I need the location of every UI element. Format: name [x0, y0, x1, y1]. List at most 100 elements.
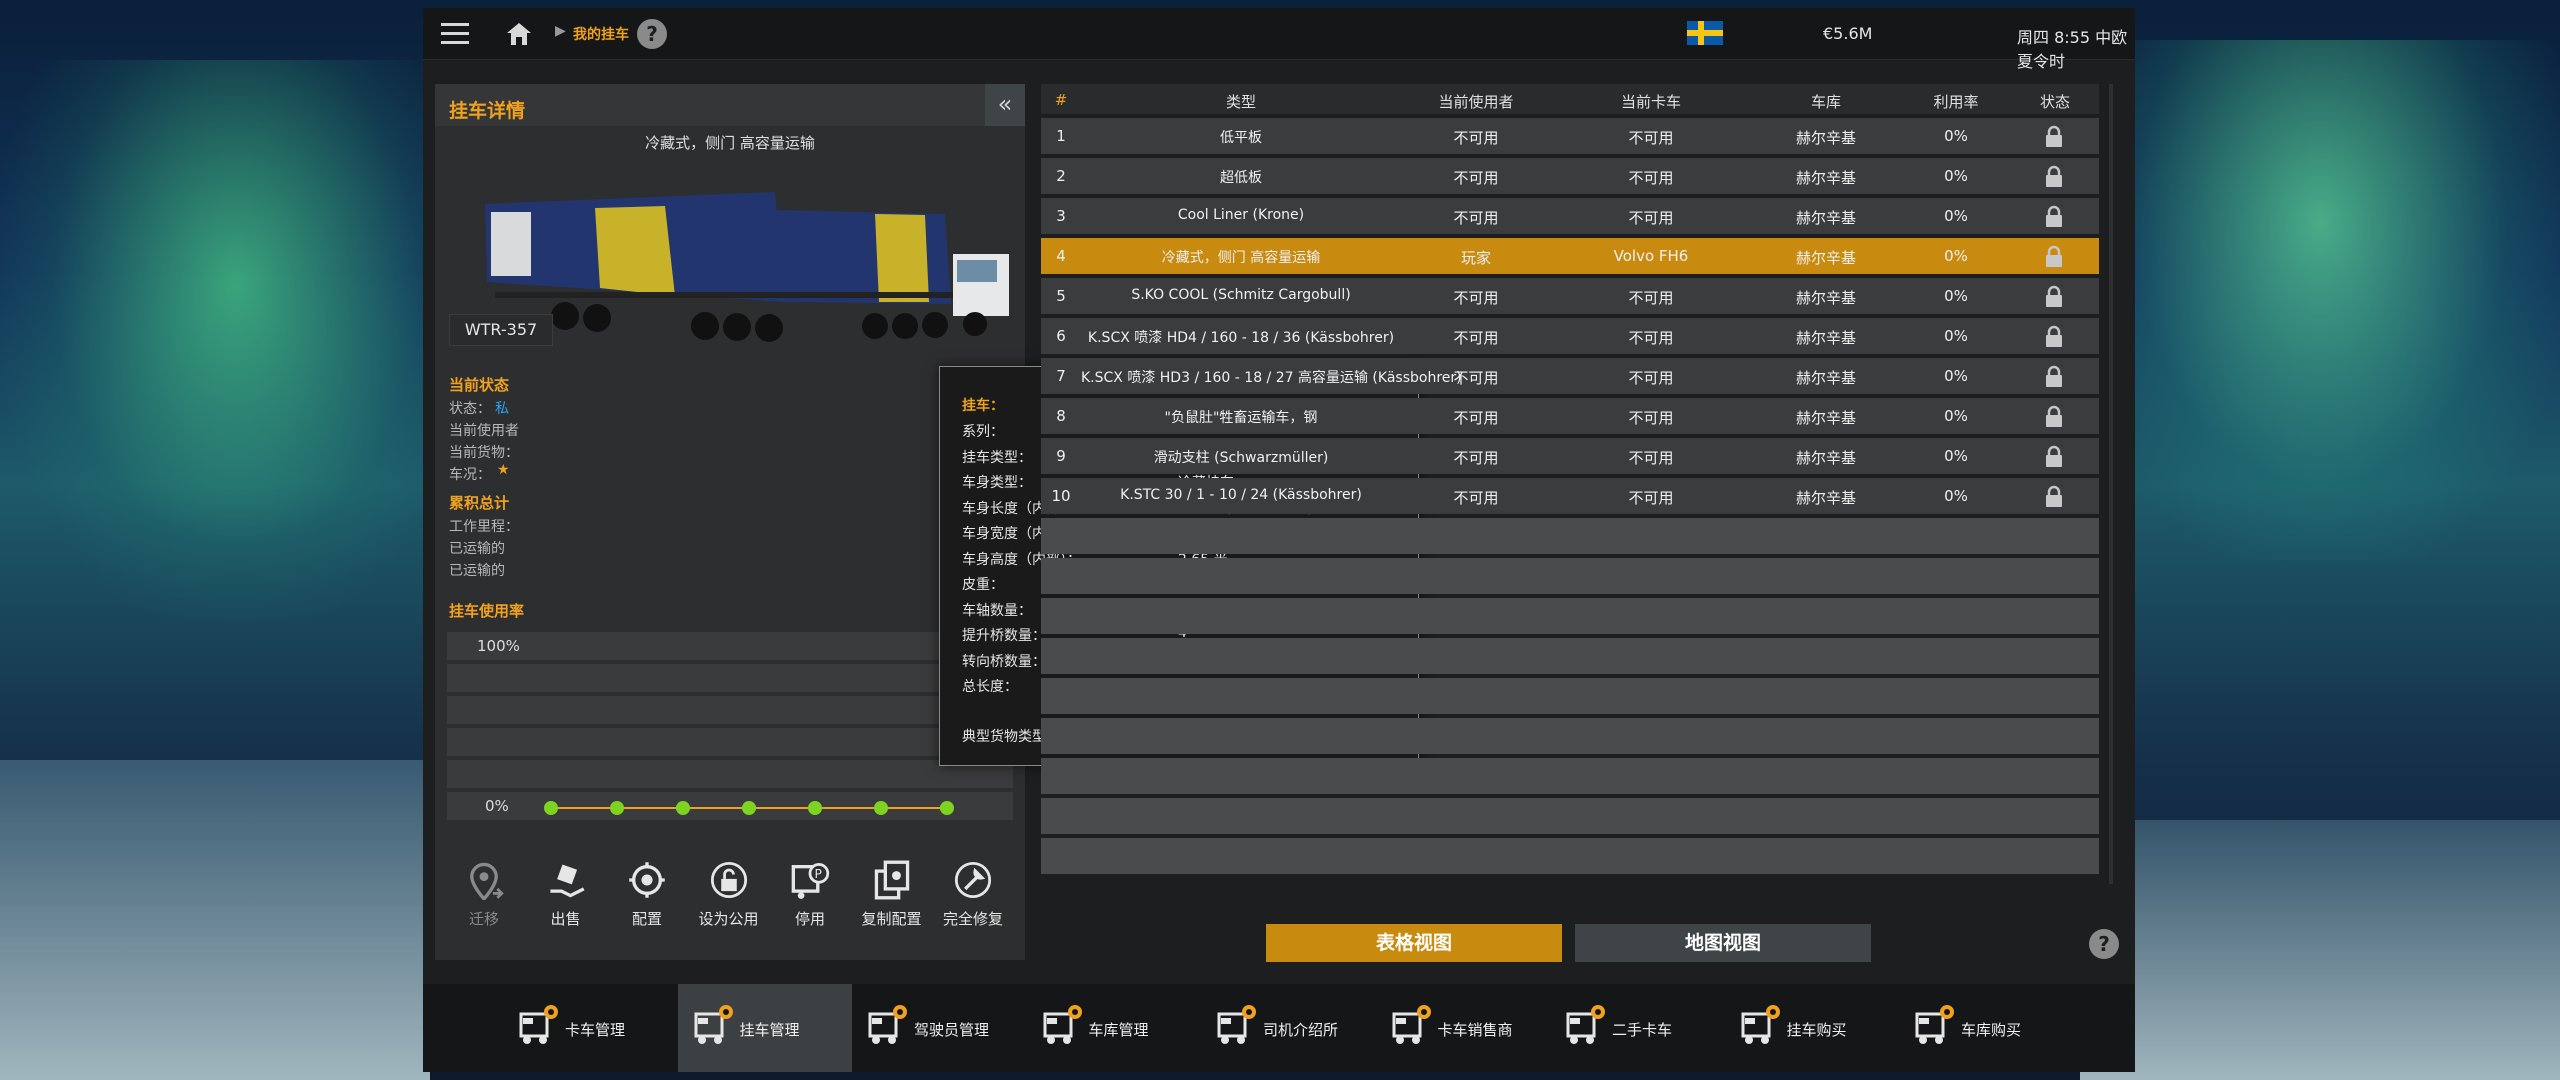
location-pin-button[interactable]: 迁移 [447, 850, 521, 950]
nav-trailer-buy[interactable]: 挂车购买 [1725, 984, 1899, 1072]
empty-table-row [1041, 558, 2099, 594]
column-header-utilization[interactable]: 利用率 [1901, 91, 2011, 112]
help-icon[interactable]: ? [2089, 929, 2119, 959]
cell-current-user: 不可用 [1453, 449, 1499, 467]
usage-point [676, 801, 690, 815]
game-clock: 周四 8:55 中欧夏令时 [2017, 28, 2128, 71]
cell-garage: 赫尔辛基 [1795, 169, 1856, 187]
bottom-navigation: 卡车管理 挂车管理 驾驶员管理 车库管理 司机介绍所 卡车销售商 二手卡车 挂车购买 车库购买 [423, 984, 2135, 1072]
cell-number: 10 [1051, 487, 1071, 505]
nav-truck-dealer[interactable]: 卡车销售商 [1376, 984, 1550, 1072]
cell-utilization: 0% [1944, 447, 1968, 465]
cell-current-truck: 不可用 [1628, 169, 1674, 187]
totals-heading: 累积总计 [449, 494, 510, 512]
table-row[interactable]: 7 K.SCX 喷漆 HD3 / 160 - 18 / 27 高容量运输 (Käs… [1041, 358, 2099, 394]
collapse-panel-button[interactable]: « [985, 84, 1025, 126]
driver-agency-icon [1217, 1005, 1256, 1044]
home-icon[interactable] [503, 18, 535, 50]
copy-config-button[interactable]: 复制配置 [855, 850, 929, 950]
cell-type: 冷藏式，侧门 高容量运输 [1161, 250, 1321, 266]
table-row[interactable]: 3 Cool Liner (Krone) 不可用 不可用 赫尔辛基 0% [1041, 198, 2099, 234]
repair-wrench-icon [954, 861, 992, 899]
empty-table-row [1041, 718, 2099, 754]
cell-current-user: 不可用 [1453, 169, 1499, 187]
nav-driver-agency[interactable]: 司机介绍所 [1201, 984, 1375, 1072]
trailer-name: 冷藏式，侧门 高容量运输 [645, 134, 815, 152]
table-row[interactable]: 4 冷藏式，侧门 高容量运输 玩家 Volvo FH6 赫尔辛基 0% [1041, 238, 2099, 274]
nav-garage-buy[interactable]: 车库购买 [1899, 984, 2073, 1072]
cell-current-user: 不可用 [1453, 209, 1499, 227]
cell-number: 8 [1056, 407, 1066, 425]
sweden-flag-icon [1687, 21, 1723, 45]
cell-type: "负鼠肚"牲畜运输车，钢 [1164, 410, 1318, 426]
nav-truck-manage[interactable]: 卡车管理 [503, 984, 677, 1072]
usage-point [874, 801, 888, 815]
trailer-details-header: 挂车详情 « [435, 84, 1025, 126]
truck-dealer-icon [1392, 1005, 1431, 1044]
spec-label: 转向桥数量： [962, 653, 1046, 670]
unlock-public-button[interactable]: 设为公用 [692, 850, 766, 950]
copy-config-icon [874, 860, 909, 900]
table-row[interactable]: 9 滑动支柱 (Schwarzmüller) 不可用 不可用 赫尔辛基 0% [1041, 438, 2099, 474]
nav-label: 二手卡车 [1612, 1021, 1673, 1039]
column-header-type[interactable]: 类型 [1081, 91, 1401, 112]
cell-garage: 赫尔辛基 [1795, 489, 1856, 507]
spec-label: 车身类型： [962, 475, 1032, 491]
cell-type: S.KO COOL (Schmitz Cargobull) [1131, 287, 1351, 303]
cell-garage: 赫尔辛基 [1795, 409, 1856, 427]
table-row[interactable]: 6 K.SCX 喷漆 HD4 / 160 - 18 / 36 (Kässbohre… [1041, 318, 2099, 354]
table-row[interactable]: 1 低平板 不可用 不可用 赫尔辛基 0% [1041, 118, 2099, 154]
table-row[interactable]: 2 超低板 不可用 不可用 赫尔辛基 0% [1041, 158, 2099, 194]
trailer-buy-icon [1741, 1005, 1780, 1044]
cell-garage: 赫尔辛基 [1795, 209, 1856, 227]
trailer-action-bar: 迁移 出售 配置 设为公用 P 停用 复制配置 完全修复 [447, 850, 1013, 950]
table-row[interactable]: 10 K.STC 30 / 1 - 10 / 24 (Kässbohrer) 不可用… [1041, 478, 2099, 514]
nav-label: 车库管理 [1088, 1021, 1149, 1039]
cell-current-truck: 不可用 [1628, 409, 1674, 427]
cell-type: K.SCX 喷漆 HD4 / 160 - 18 / 36 (Kässbohrer… [1087, 330, 1395, 346]
configure-gear-icon [629, 862, 665, 898]
table-scrollbar[interactable] [2109, 84, 2113, 884]
column-header-current-user[interactable]: 当前使用者 [1401, 91, 1551, 112]
hamburger-menu-icon[interactable] [439, 18, 471, 50]
nav-used-truck[interactable]: 二手卡车 [1550, 984, 1724, 1072]
nav-garage-manage[interactable]: 车库管理 [1027, 984, 1201, 1072]
current-user-label: 当前使用者 [449, 423, 519, 439]
table-row[interactable]: 8 "负鼠肚"牲畜运输车，钢 不可用 不可用 赫尔辛基 0% [1041, 398, 2099, 434]
truck-manage-icon [519, 1005, 558, 1044]
license-plate: WTR-357 [449, 314, 553, 346]
action-label: 出售 [550, 910, 581, 928]
column-header-status[interactable]: 状态 [2011, 91, 2099, 112]
park-trailer-button[interactable]: P 停用 [773, 850, 847, 950]
lock-icon [2046, 485, 2062, 507]
nav-label: 卡车管理 [565, 1021, 626, 1039]
cell-current-truck: Volvo FH6 [1613, 247, 1689, 265]
nav-trailer-manage[interactable]: 挂车管理 [677, 984, 852, 1072]
map-view-button[interactable]: 地图视图 [1575, 924, 1871, 962]
cell-number: 5 [1056, 287, 1066, 305]
repair-wrench-button[interactable]: 完全修复 [936, 850, 1010, 950]
usage-point [610, 801, 624, 815]
configure-gear-button[interactable]: 配置 [610, 850, 684, 950]
lock-icon [2046, 205, 2062, 227]
cell-current-user: 不可用 [1453, 289, 1499, 307]
breadcrumb[interactable]: 我的挂车 [573, 24, 629, 44]
sell-hand-button[interactable]: 出售 [529, 850, 603, 950]
nav-driver-manage[interactable]: 驾驶员管理 [852, 984, 1026, 1072]
column-header-garage[interactable]: 车库 [1751, 91, 1901, 112]
column-header-current-truck[interactable]: 当前卡车 [1551, 91, 1751, 112]
table-row[interactable]: 5 S.KO COOL (Schmitz Cargobull) 不可用 不可用 赫尔辛基… [1041, 278, 2099, 314]
lock-icon [2046, 165, 2062, 187]
column-header-number[interactable]: # [1041, 91, 1081, 109]
help-icon[interactable]: ? [637, 19, 667, 49]
cell-type: 超低板 [1220, 170, 1262, 186]
action-label: 停用 [794, 910, 825, 928]
cell-utilization: 0% [1944, 247, 1968, 265]
park-trailer-icon: P [791, 863, 830, 899]
mileage-label: 工作里程： [449, 519, 519, 535]
cell-current-user: 不可用 [1453, 369, 1499, 387]
condition-star-icon: ★ [497, 462, 510, 478]
action-label: 迁移 [468, 910, 499, 928]
cell-current-truck: 不可用 [1628, 209, 1674, 227]
table-view-button[interactable]: 表格视图 [1266, 924, 1562, 962]
